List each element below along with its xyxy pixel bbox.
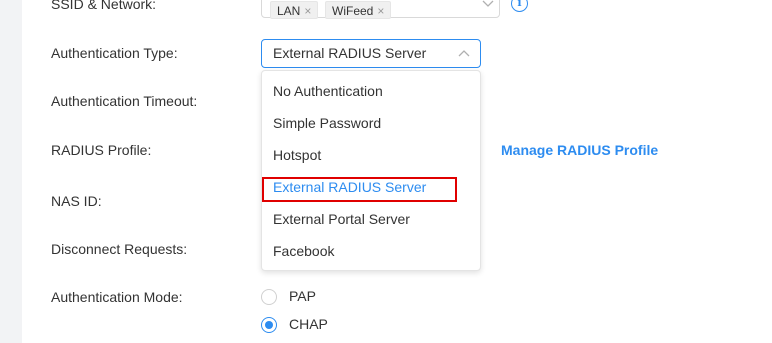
- dropdown-option-facebook[interactable]: Facebook: [262, 235, 480, 267]
- dropdown-option-simple-password[interactable]: Simple Password: [262, 107, 480, 139]
- auth-type-dropdown: No Authentication Simple Password Hotspo…: [261, 70, 481, 271]
- radio-button[interactable]: [261, 289, 277, 305]
- chevron-down-icon[interactable]: [482, 0, 494, 9]
- radio-button[interactable]: [261, 317, 277, 333]
- page: SSID & Network: Authentication Type: Aut…: [0, 0, 772, 343]
- dropdown-option-hotspot[interactable]: Hotspot: [262, 139, 480, 171]
- radio-label: PAP: [289, 288, 316, 304]
- auth-type-select[interactable]: External RADIUS Server: [261, 39, 481, 68]
- ssid-network-label: SSID & Network:: [51, 0, 157, 12]
- auth-mode-label: Authentication Mode:: [51, 289, 183, 305]
- auth-timeout-label: Authentication Timeout:: [51, 93, 198, 109]
- auth-type-selected-value: External RADIUS Server: [273, 45, 427, 61]
- nas-id-label: NAS ID:: [51, 193, 102, 209]
- dropdown-option-external-portal-server[interactable]: External Portal Server: [262, 203, 480, 235]
- auth-type-label: Authentication Type:: [51, 45, 178, 61]
- ssid-tag-label: LAN: [277, 4, 301, 18]
- dropdown-option-no-authentication[interactable]: No Authentication: [262, 75, 480, 107]
- ssid-tag: LAN ×: [270, 1, 319, 19]
- left-gutter: [0, 0, 22, 343]
- radius-profile-label: RADIUS Profile:: [51, 142, 152, 158]
- highlight-annotation-box: [262, 177, 457, 202]
- close-icon[interactable]: ×: [304, 4, 311, 18]
- close-icon[interactable]: ×: [377, 4, 384, 18]
- ssid-tag: WiFeed ×: [325, 1, 392, 19]
- manage-radius-profile-link[interactable]: Manage RADIUS Profile: [501, 142, 658, 158]
- radio-label: CHAP: [289, 316, 328, 332]
- ssid-network-select[interactable]: LAN × WiFeed ×: [261, 0, 500, 19]
- disconnect-requests-label: Disconnect Requests:: [51, 241, 188, 257]
- chevron-up-icon: [458, 50, 470, 57]
- ssid-tag-label: WiFeed: [332, 4, 374, 18]
